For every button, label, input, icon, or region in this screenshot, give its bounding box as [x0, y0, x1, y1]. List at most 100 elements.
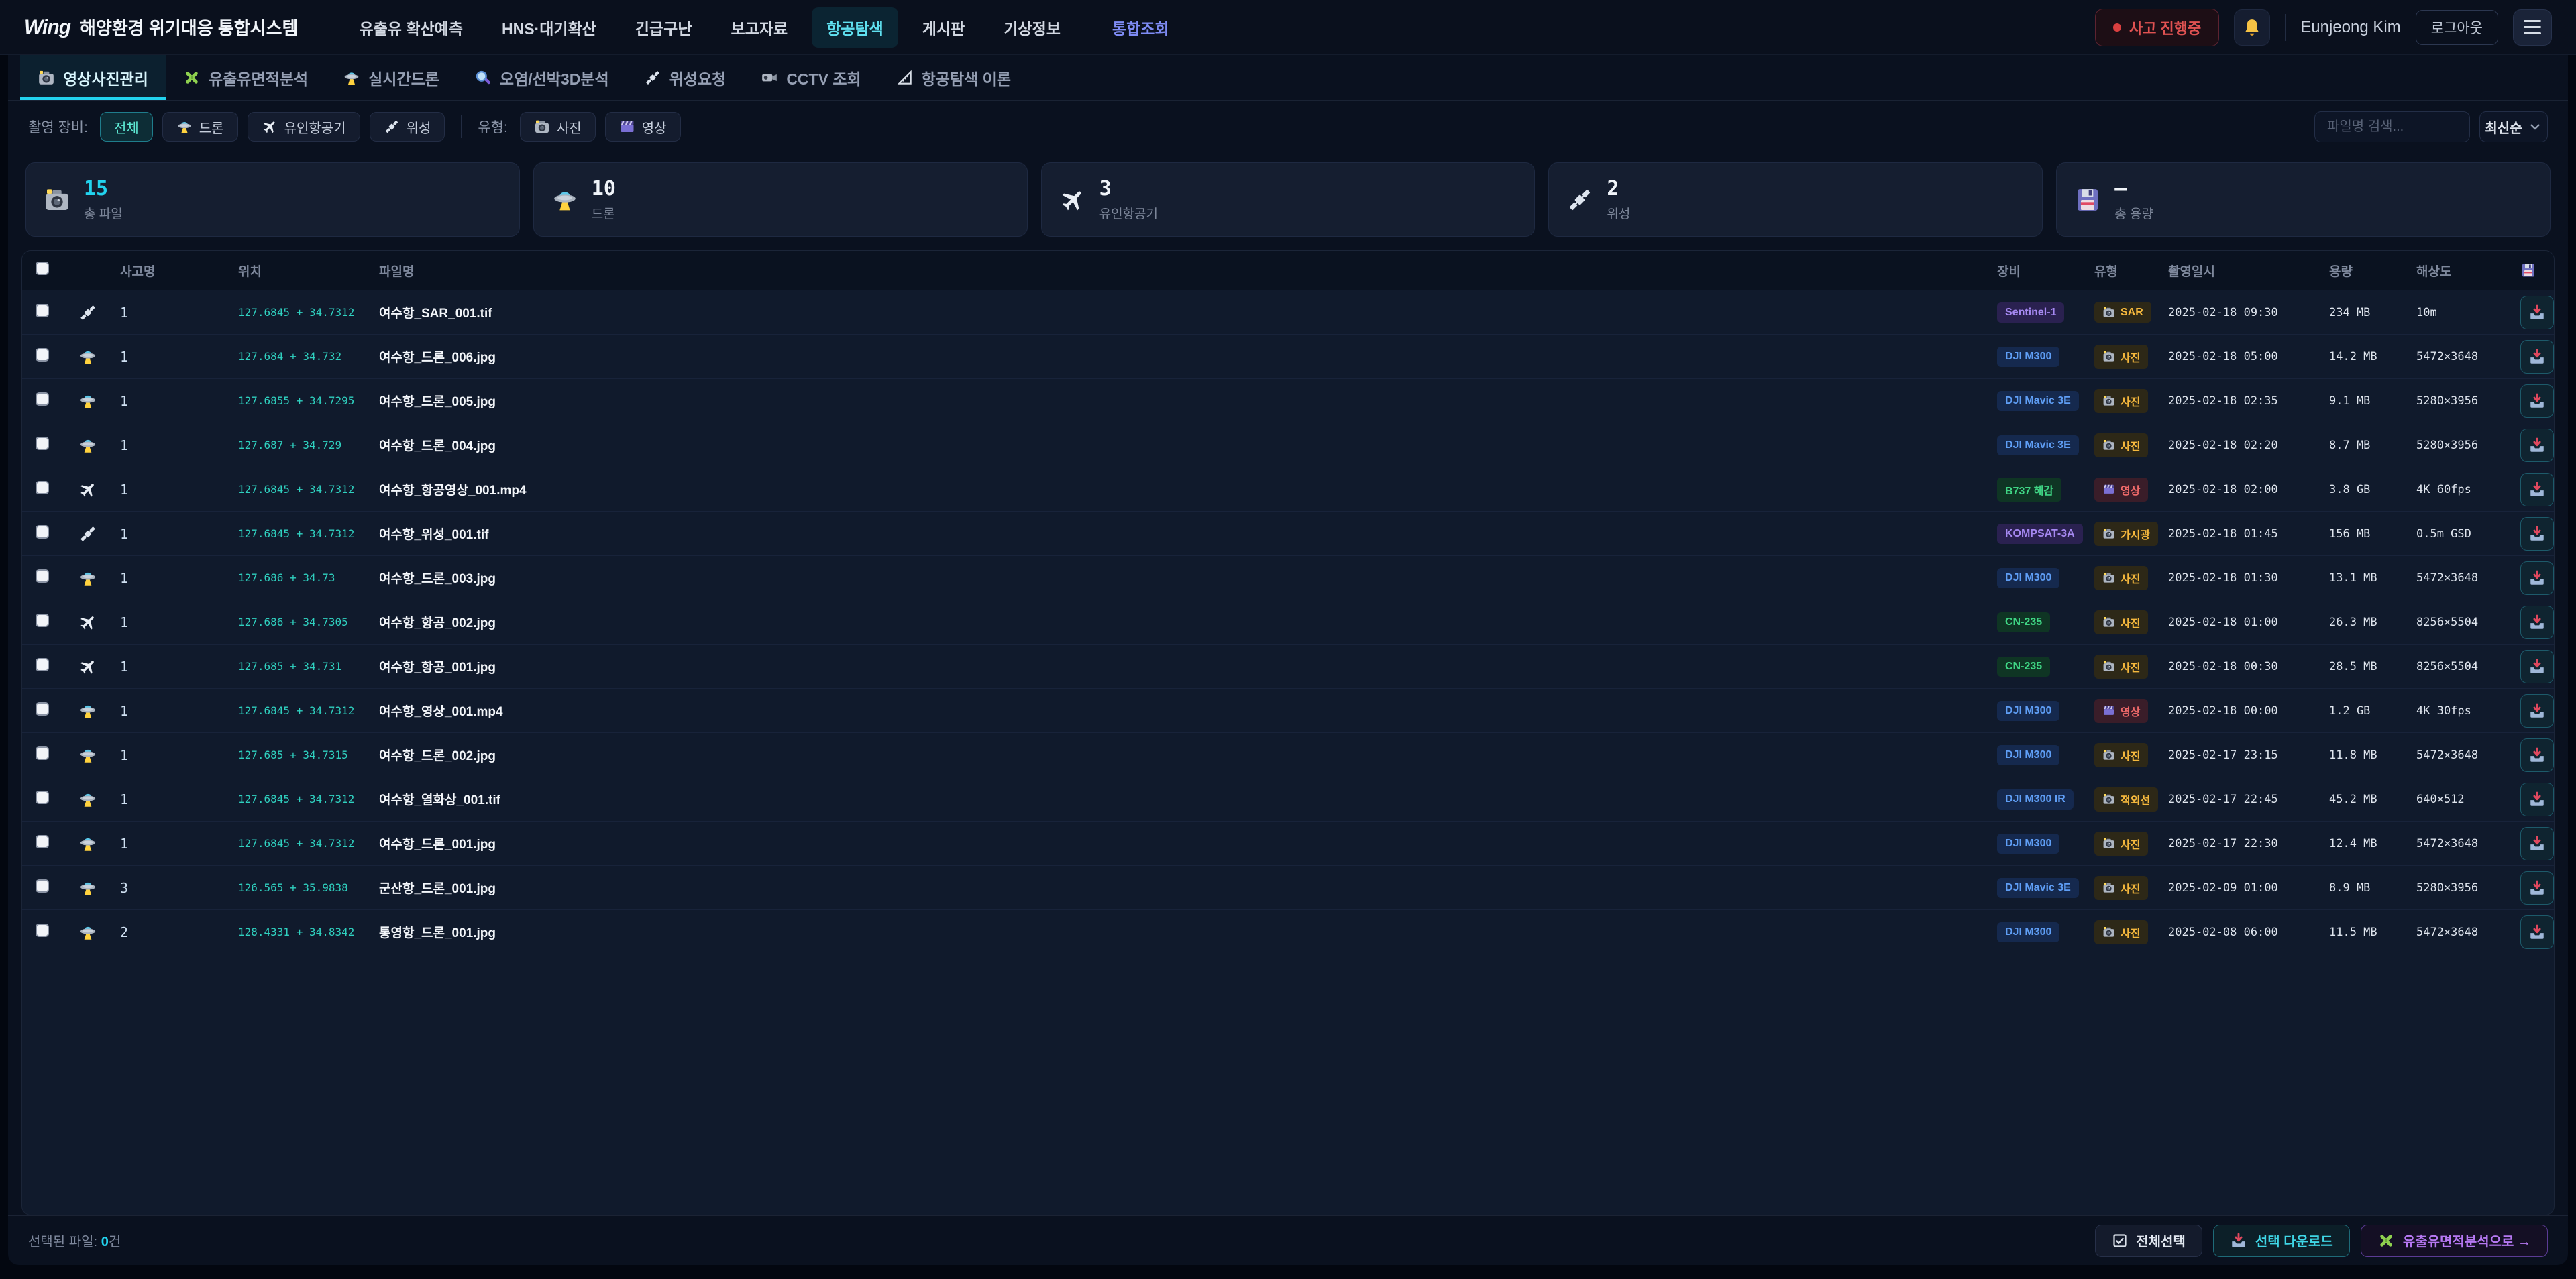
coordinates-link[interactable]: 128.4331 + 34.8342	[225, 926, 366, 938]
download-icon	[2528, 614, 2546, 631]
table-row[interactable]: 1 127.6845 + 34.7312 여수항_드론_001.jpg DJI …	[22, 821, 2554, 865]
table-row[interactable]: 1 127.6845 + 34.7312 여수항_영상_001.mp4 DJI …	[22, 688, 2554, 732]
download-button[interactable]	[2520, 738, 2554, 772]
coordinates-link[interactable]: 127.6845 + 34.7312	[225, 527, 366, 540]
coordinates-link[interactable]: 127.6855 + 34.7295	[225, 394, 366, 407]
coordinates-link[interactable]: 126.565 + 35.9838	[225, 881, 366, 894]
row-checkbox[interactable]	[36, 614, 49, 627]
logout-button[interactable]: 로그아웃	[2416, 10, 2498, 45]
download-button[interactable]	[2520, 915, 2554, 949]
stat-cards: 15 총 파일 10 드론 3 유인항공기	[21, 162, 2555, 237]
row-checkbox[interactable]	[36, 392, 49, 406]
coordinates-link[interactable]: 127.686 + 34.7305	[225, 616, 366, 628]
download-selected-button[interactable]: 선택 다운로드	[2213, 1225, 2350, 1257]
table-row[interactable]: 1 127.685 + 34.731 여수항_항공_001.jpg CN-235…	[22, 644, 2554, 688]
type-badge: 사진	[2094, 743, 2148, 767]
sub-tab[interactable]: 위성요청	[627, 55, 744, 100]
row-checkbox[interactable]	[36, 791, 49, 804]
table-row[interactable]: 1 127.6855 + 34.7295 여수항_드론_005.jpg DJI …	[22, 378, 2554, 423]
coordinates-link[interactable]: 127.6845 + 34.7312	[225, 483, 366, 496]
table-row[interactable]: 3 126.565 + 35.9838 군산항_드론_001.jpg DJI M…	[22, 865, 2554, 909]
download-button[interactable]	[2520, 827, 2554, 860]
incident-id: 1	[107, 304, 225, 321]
type-filter-button[interactable]: 사진	[520, 112, 596, 142]
nav-item[interactable]: 게시판	[908, 7, 979, 48]
coordinates-link[interactable]: 127.6845 + 34.7312	[225, 704, 366, 717]
download-button[interactable]	[2520, 606, 2554, 639]
row-checkbox[interactable]	[36, 304, 49, 317]
download-button[interactable]	[2520, 561, 2554, 595]
download-button[interactable]	[2520, 340, 2554, 374]
select-all-checkbox[interactable]	[36, 262, 49, 275]
row-checkbox[interactable]	[36, 481, 49, 494]
download-button[interactable]	[2520, 517, 2554, 551]
nav-item[interactable]: 보고자료	[716, 7, 803, 48]
download-button[interactable]	[2520, 871, 2554, 905]
type-filter-button[interactable]: 영상	[605, 112, 681, 142]
notifications-button[interactable]	[2234, 9, 2270, 46]
sort-dropdown[interactable]: 최신순	[2479, 111, 2548, 142]
row-checkbox[interactable]	[36, 746, 49, 760]
row-checkbox[interactable]	[36, 437, 49, 450]
capture-datetime: 2025-02-18 09:30	[2155, 306, 2316, 319]
row-checkbox[interactable]	[36, 879, 49, 893]
row-checkbox[interactable]	[36, 658, 49, 671]
row-checkbox[interactable]	[36, 702, 49, 716]
table-row[interactable]: 1 127.686 + 34.73 여수항_드론_003.jpg DJI M30…	[22, 555, 2554, 600]
device-filter-button[interactable]: 전체	[100, 112, 153, 142]
table-row[interactable]: 1 127.6845 + 34.7312 여수항_위성_001.tif KOMP…	[22, 511, 2554, 555]
coordinates-link[interactable]: 127.685 + 34.7315	[225, 748, 366, 761]
nav-item[interactable]: 유출유 확산예측	[344, 7, 478, 48]
row-checkbox[interactable]	[36, 348, 49, 362]
coordinates-link[interactable]: 127.687 + 34.729	[225, 439, 366, 451]
download-button[interactable]	[2520, 296, 2554, 329]
nav-item[interactable]: 긴급구난	[621, 7, 707, 48]
coordinates-link[interactable]: 127.684 + 34.732	[225, 350, 366, 363]
table-row[interactable]: 1 127.684 + 34.732 여수항_드론_006.jpg DJI M3…	[22, 334, 2554, 378]
download-button[interactable]	[2520, 473, 2554, 506]
coordinates-link[interactable]: 127.6845 + 34.7312	[225, 306, 366, 319]
table-row[interactable]: 1 127.6845 + 34.7312 여수항_열화상_001.tif DJI…	[22, 777, 2554, 821]
row-checkbox[interactable]	[36, 569, 49, 583]
device-filter-button[interactable]: 유인항공기	[248, 112, 360, 142]
coordinates-link[interactable]: 127.6845 + 34.7312	[225, 837, 366, 850]
download-button[interactable]	[2520, 694, 2554, 728]
row-checkbox[interactable]	[36, 924, 49, 937]
download-button[interactable]	[2520, 384, 2554, 418]
download-button[interactable]	[2520, 429, 2554, 462]
row-checkbox[interactable]	[36, 835, 49, 848]
table-row[interactable]: 1 127.686 + 34.7305 여수항_항공_002.jpg CN-23…	[22, 600, 2554, 644]
download-button[interactable]	[2520, 650, 2554, 683]
sub-tab[interactable]: 유출유면적분석	[166, 55, 325, 100]
row-checkbox[interactable]	[36, 525, 49, 539]
sub-tab[interactable]: CCTV 조회	[743, 55, 878, 100]
type-icon	[2102, 439, 2115, 451]
sub-tab[interactable]: 항공탐색 이론	[879, 55, 1028, 100]
table-row[interactable]: 2 128.4331 + 34.8342 통영항_드론_001.jpg DJI …	[22, 909, 2554, 954]
sub-tab[interactable]: 실시간드론	[325, 55, 457, 100]
nav-item[interactable]: 항공탐색	[812, 7, 898, 48]
coordinates-link[interactable]: 127.685 + 34.731	[225, 660, 366, 673]
menu-button[interactable]	[2513, 9, 2552, 46]
file-size: 13.1 MB	[2316, 571, 2403, 585]
search-input[interactable]	[2314, 111, 2470, 142]
nav-item[interactable]: 기상정보	[989, 7, 1075, 48]
sub-tab[interactable]: 영상사진관리	[20, 55, 166, 100]
equipment-badge: DJI M300	[1997, 834, 2059, 854]
table-row[interactable]: 1 127.6845 + 34.7312 여수항_항공영상_001.mp4 B7…	[22, 467, 2554, 511]
download-icon	[2528, 924, 2546, 941]
download-button[interactable]	[2520, 783, 2554, 816]
table-row[interactable]: 1 127.687 + 34.729 여수항_드론_004.jpg DJI Ma…	[22, 423, 2554, 467]
download-icon	[2230, 1232, 2247, 1249]
table-row[interactable]: 1 127.685 + 34.7315 여수항_드론_002.jpg DJI M…	[22, 732, 2554, 777]
table-row[interactable]: 1 127.6845 + 34.7312 여수항_SAR_001.tif Sen…	[22, 290, 2554, 334]
device-filter-button[interactable]: 드론	[162, 112, 238, 142]
to-oil-area-analysis-button[interactable]: 유출유면적분석으로 →	[2361, 1225, 2548, 1257]
select-all-button[interactable]: 전체선택	[2095, 1225, 2202, 1257]
nav-item[interactable]: 통합조회	[1089, 7, 1184, 48]
device-filter-button[interactable]: 위성	[370, 112, 445, 142]
sub-tab[interactable]: 오염/선박3D분석	[457, 55, 627, 100]
coordinates-link[interactable]: 127.686 + 34.73	[225, 571, 366, 584]
coordinates-link[interactable]: 127.6845 + 34.7312	[225, 793, 366, 805]
nav-item[interactable]: HNS·대기확산	[487, 7, 611, 48]
